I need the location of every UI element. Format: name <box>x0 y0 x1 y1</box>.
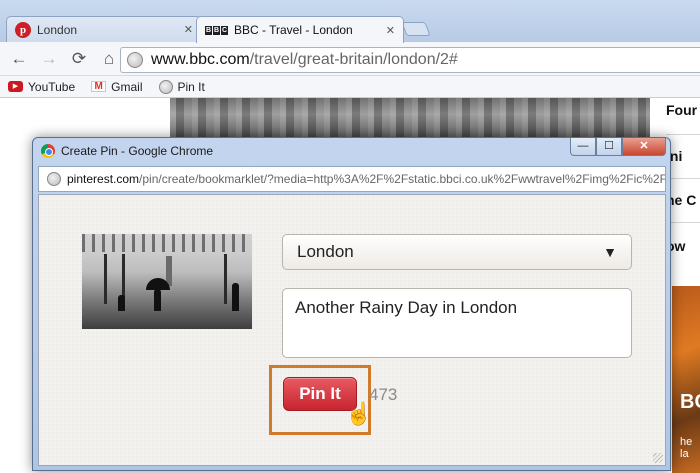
sidebar-headline[interactable]: Four <box>666 102 697 118</box>
minimize-button[interactable]: — <box>570 138 596 156</box>
character-count: 473 <box>369 385 398 404</box>
popup-titlebar: Create Pin - Google Chrome <box>41 144 213 158</box>
description-field[interactable]: Another Rainy Day in London <box>282 288 632 358</box>
tab-strip: p London ✕ BBC BBC - Travel - London ✕ <box>0 0 700 43</box>
globe-icon <box>158 79 173 94</box>
url-host: www.bbc.com <box>151 51 250 68</box>
reload-icon[interactable]: ⟳ <box>68 48 90 70</box>
pinterest-icon: p <box>15 21 31 38</box>
globe-icon <box>47 172 61 186</box>
popup-address-bar[interactable]: pinterest.com/pin/create/bookmarklet/?me… <box>38 166 666 192</box>
dropdown-arrow-icon: ▼ <box>603 244 617 260</box>
promo-image-text: BC <box>680 391 700 413</box>
board-selected-value: London <box>297 242 354 261</box>
popup-url-host: pinterest.com <box>67 172 140 186</box>
tree <box>104 254 107 304</box>
person-silhouette <box>232 283 239 311</box>
resize-grip-icon[interactable] <box>653 453 663 463</box>
tab-london[interactable]: p London ✕ <box>6 16 202 42</box>
back-icon[interactable]: ← <box>8 48 30 70</box>
chrome-logo-icon <box>41 144 55 158</box>
window-controls: — ☐ ✕ <box>570 138 666 156</box>
tree <box>224 254 227 304</box>
hero-image <box>170 98 650 138</box>
person-silhouette <box>118 295 125 311</box>
divider <box>666 222 700 223</box>
forward-icon[interactable]: → <box>38 48 60 70</box>
tab-label: BBC - Travel - London <box>234 23 353 37</box>
browser-toolbar: ← → ⟳ ⌂ www.bbc.com/travel/great-britain… <box>0 42 700 76</box>
bookmark-pin-it[interactable]: Pin It <box>158 79 205 94</box>
promo-image[interactable]: BC he la <box>672 286 700 473</box>
maximize-button[interactable]: ☐ <box>596 138 622 156</box>
tab-close-icon[interactable]: ✕ <box>184 23 193 36</box>
tab-close-icon[interactable]: ✕ <box>386 24 395 37</box>
board-select[interactable]: London ▼ <box>282 234 632 270</box>
youtube-icon: ▶ <box>8 81 23 92</box>
bridge-railing <box>82 234 252 252</box>
bookmark-gmail[interactable]: M Gmail <box>91 79 143 94</box>
bookmark-label: YouTube <box>28 79 76 94</box>
new-tab-button[interactable] <box>401 22 431 36</box>
divider <box>666 134 700 135</box>
pin-image-thumbnail <box>82 234 252 329</box>
create-pin-popup-window: Create Pin - Google Chrome — ☐ ✕ pintere… <box>32 137 671 471</box>
bookmark-label: Gmail <box>111 79 143 94</box>
url-path: /travel/great-britain/london/2# <box>249 51 458 68</box>
bookmarks-bar: ▶ YouTube M Gmail Pin It <box>0 76 700 98</box>
tab-bbc-travel[interactable]: BBC BBC - Travel - London ✕ <box>196 16 404 43</box>
address-bar[interactable]: www.bbc.com/travel/great-britain/london/… <box>120 47 700 73</box>
divider <box>666 178 700 179</box>
gmail-icon: M <box>91 81 107 92</box>
promo-image-caption: he la <box>680 436 693 460</box>
person-silhouette <box>154 289 161 311</box>
bookmark-youtube[interactable]: ▶ YouTube <box>8 80 75 94</box>
close-button[interactable]: ✕ <box>622 138 666 156</box>
popup-url-path: /pin/create/bookmarklet/?media=http%3A%2… <box>139 172 666 186</box>
pin-form: London ▼ Another Rainy Day in London Pin… <box>38 194 666 466</box>
popup-title: Create Pin - Google Chrome <box>61 144 214 158</box>
bbc-icon: BBC <box>205 25 228 35</box>
bookmark-label: Pin It <box>177 79 205 94</box>
home-icon[interactable]: ⌂ <box>98 48 120 70</box>
tab-label: London <box>37 22 78 37</box>
globe-icon <box>127 52 143 68</box>
